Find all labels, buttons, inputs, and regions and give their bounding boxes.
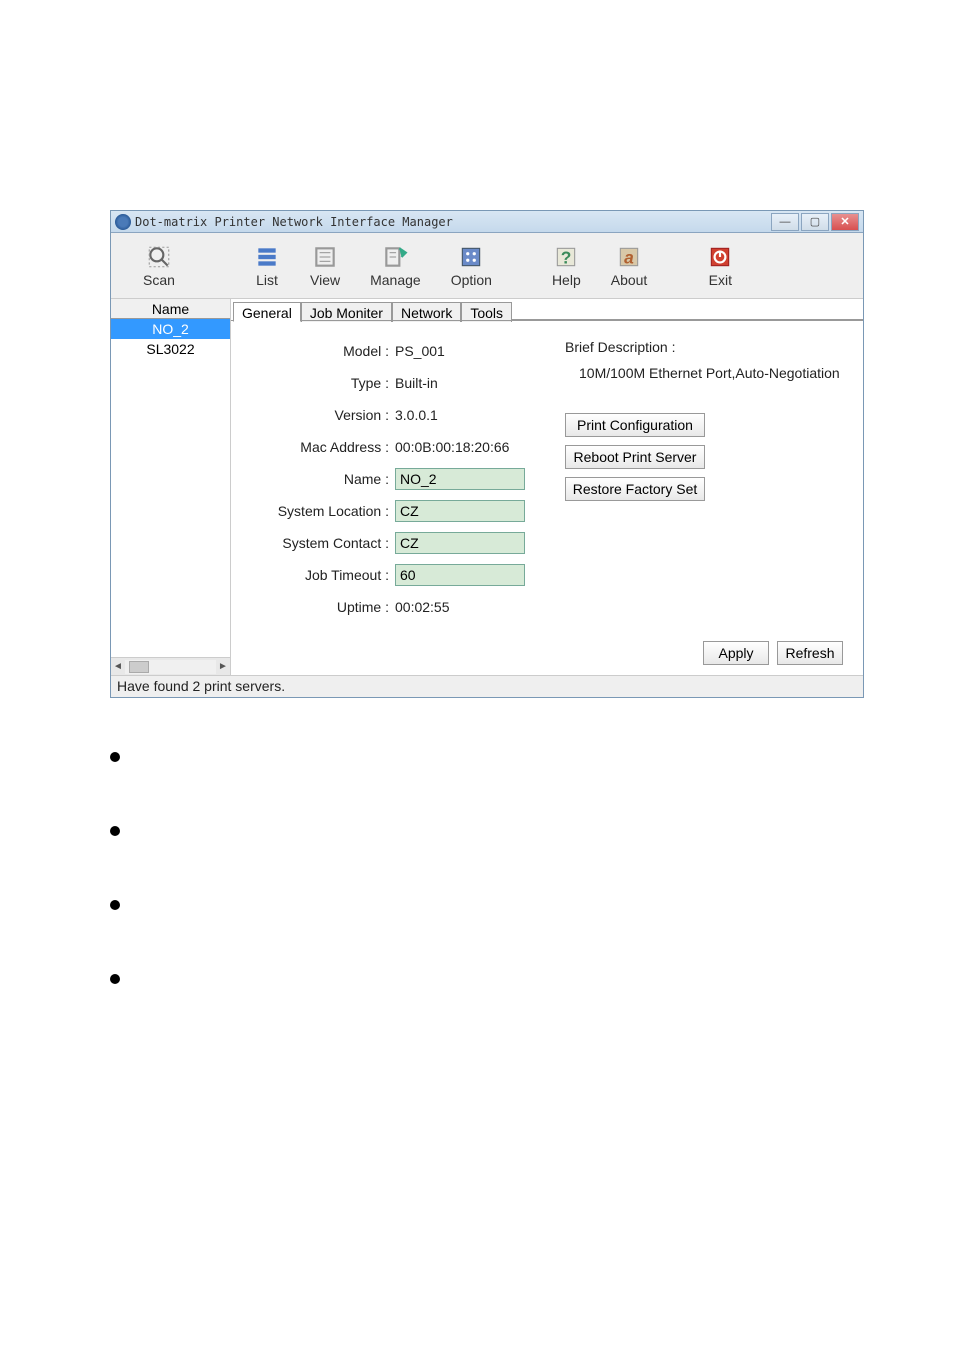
- bullet-item: [110, 970, 864, 984]
- sidebar-item-sl3022[interactable]: SL3022: [111, 339, 230, 359]
- apply-button[interactable]: Apply: [703, 641, 769, 665]
- exit-label: Exit: [709, 272, 732, 288]
- sidebar-list: NO_2 SL3022: [111, 319, 230, 657]
- jobtimeout-label: Job Timeout :: [245, 567, 395, 583]
- window-title: Dot-matrix Printer Network Interface Man…: [135, 215, 771, 229]
- help-button[interactable]: ? Help: [537, 239, 596, 293]
- about-label: About: [611, 272, 648, 288]
- tabs: General Job Moniter Network Tools: [231, 299, 863, 321]
- type-label: Type :: [245, 375, 395, 391]
- main-panel: General Job Moniter Network Tools Model …: [231, 299, 863, 675]
- magnifier-icon: [146, 244, 172, 270]
- about-icon: a: [616, 244, 642, 270]
- refresh-button[interactable]: Refresh: [777, 641, 843, 665]
- svg-text:?: ?: [561, 247, 572, 267]
- bullet-dot-icon: [110, 826, 120, 836]
- scroll-track[interactable]: [125, 660, 216, 674]
- bullet-list: [110, 748, 864, 984]
- syscontact-label: System Contact :: [245, 535, 395, 551]
- maximize-button[interactable]: ▢: [801, 213, 829, 231]
- help-icon: ?: [553, 244, 579, 270]
- model-value: PS_001: [395, 343, 445, 359]
- tab-tools[interactable]: Tools: [461, 302, 512, 322]
- view-label: View: [310, 272, 340, 288]
- sidebar-header[interactable]: Name: [111, 299, 230, 319]
- toolbar: Scan List View Manage Option: [111, 233, 863, 299]
- bullet-dot-icon: [110, 752, 120, 762]
- about-button[interactable]: a About: [596, 239, 663, 293]
- manage-label: Manage: [370, 272, 421, 288]
- syslocation-label: System Location :: [245, 503, 395, 519]
- scroll-left-arrow[interactable]: ◄: [111, 660, 125, 674]
- print-configuration-button[interactable]: Print Configuration: [565, 413, 705, 437]
- scan-label: Scan: [143, 272, 175, 288]
- bullet-dot-icon: [110, 900, 120, 910]
- bullet-dot-icon: [110, 974, 120, 984]
- jobtimeout-input[interactable]: [395, 564, 525, 586]
- content: Name NO_2 SL3022 ◄ ► General Job Moniter…: [111, 299, 863, 675]
- help-label: Help: [552, 272, 581, 288]
- bullet-item: [110, 896, 864, 910]
- tab-content-general: Model : PS_001 Type : Built-in Version :…: [231, 320, 863, 675]
- bullet-item: [110, 822, 864, 836]
- horizontal-scrollbar[interactable]: ◄ ►: [111, 657, 230, 675]
- option-label: Option: [451, 272, 492, 288]
- minimize-button[interactable]: —: [771, 213, 799, 231]
- tab-general[interactable]: General: [233, 302, 301, 322]
- syslocation-input[interactable]: [395, 500, 525, 522]
- brief-description-text: 10M/100M Ethernet Port,Auto-Negotiation: [565, 363, 840, 383]
- scroll-right-arrow[interactable]: ►: [216, 660, 230, 674]
- window-controls: — ▢ ✕: [771, 213, 859, 231]
- list-label: List: [256, 272, 278, 288]
- statusbar: Have found 2 print servers.: [111, 675, 863, 697]
- close-button[interactable]: ✕: [831, 213, 859, 231]
- exit-button[interactable]: Exit: [692, 239, 748, 293]
- uptime-value: 00:02:55: [395, 599, 450, 615]
- reboot-print-server-button[interactable]: Reboot Print Server: [565, 445, 705, 469]
- name-input[interactable]: [395, 468, 525, 490]
- sidebar-item-no2[interactable]: NO_2: [111, 319, 230, 339]
- name-label: Name :: [245, 471, 395, 487]
- version-label: Version :: [245, 407, 395, 423]
- version-value: 3.0.0.1: [395, 407, 438, 423]
- titlebar: Dot-matrix Printer Network Interface Man…: [111, 211, 863, 233]
- view-button[interactable]: View: [295, 239, 355, 293]
- bottom-buttons: Apply Refresh: [703, 641, 843, 665]
- tab-network[interactable]: Network: [392, 302, 461, 322]
- scan-button[interactable]: Scan: [119, 239, 199, 293]
- app-window: Dot-matrix Printer Network Interface Man…: [110, 210, 864, 698]
- syscontact-input[interactable]: [395, 532, 525, 554]
- app-icon: [115, 214, 131, 230]
- list-button[interactable]: List: [239, 239, 295, 293]
- manage-icon: [382, 244, 408, 270]
- mac-value: 00:0B:00:18:20:66: [395, 439, 509, 455]
- brief-description-label: Brief Description :: [565, 339, 840, 355]
- model-label: Model :: [245, 343, 395, 359]
- restore-factory-set-button[interactable]: Restore Factory Set: [565, 477, 705, 501]
- exit-icon: [707, 244, 733, 270]
- option-icon: [458, 244, 484, 270]
- manage-button[interactable]: Manage: [355, 239, 436, 293]
- list-icon: [254, 244, 280, 270]
- type-value: Built-in: [395, 375, 438, 391]
- option-button[interactable]: Option: [436, 239, 507, 293]
- tab-job-moniter[interactable]: Job Moniter: [301, 302, 392, 322]
- scroll-thumb[interactable]: [129, 661, 149, 673]
- bullet-item: [110, 748, 864, 762]
- sidebar: Name NO_2 SL3022 ◄ ►: [111, 299, 231, 675]
- svg-text:a: a: [624, 247, 634, 267]
- uptime-label: Uptime :: [245, 599, 395, 615]
- mac-label: Mac Address :: [245, 439, 395, 455]
- view-icon: [312, 244, 338, 270]
